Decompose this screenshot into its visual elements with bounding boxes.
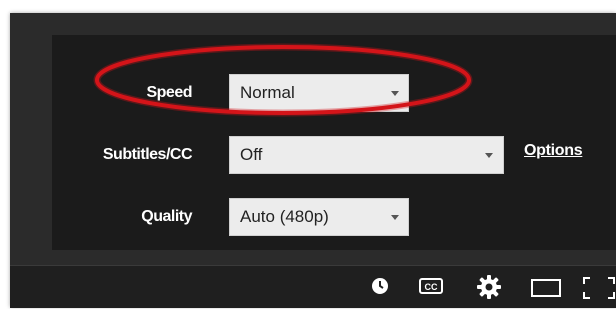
quality-value: Auto (480p): [240, 207, 329, 226]
subtitles-label: Subtitles/CC: [102, 146, 193, 163]
settings-gear-icon[interactable]: [476, 274, 502, 300]
fullscreen-icon[interactable]: [582, 276, 616, 300]
theater-mode-icon[interactable]: [530, 277, 562, 299]
subtitles-value: Off: [240, 145, 263, 164]
chevron-down-icon: [485, 153, 493, 158]
video-player: Speed Normal Subtitles/CC Off Options Qu…: [10, 13, 616, 308]
subtitles-options-link[interactable]: Options: [524, 142, 583, 160]
captions-icon[interactable]: CC: [418, 276, 444, 296]
chevron-down-icon: [391, 215, 399, 220]
speed-dropdown[interactable]: Normal: [229, 74, 409, 112]
quality-label: Quality: [141, 208, 192, 225]
svg-text:CC: CC: [425, 282, 438, 292]
player-control-bar: CC: [10, 265, 616, 308]
quality-dropdown[interactable]: Auto (480p): [229, 198, 409, 236]
chevron-down-icon: [391, 91, 399, 96]
settings-panel: Speed Normal Subtitles/CC Off Options Qu…: [52, 35, 616, 250]
speed-label: Speed: [146, 84, 192, 101]
speed-value: Normal: [240, 83, 295, 102]
subtitles-dropdown[interactable]: Off: [229, 136, 504, 174]
watch-later-icon[interactable]: [370, 276, 390, 296]
